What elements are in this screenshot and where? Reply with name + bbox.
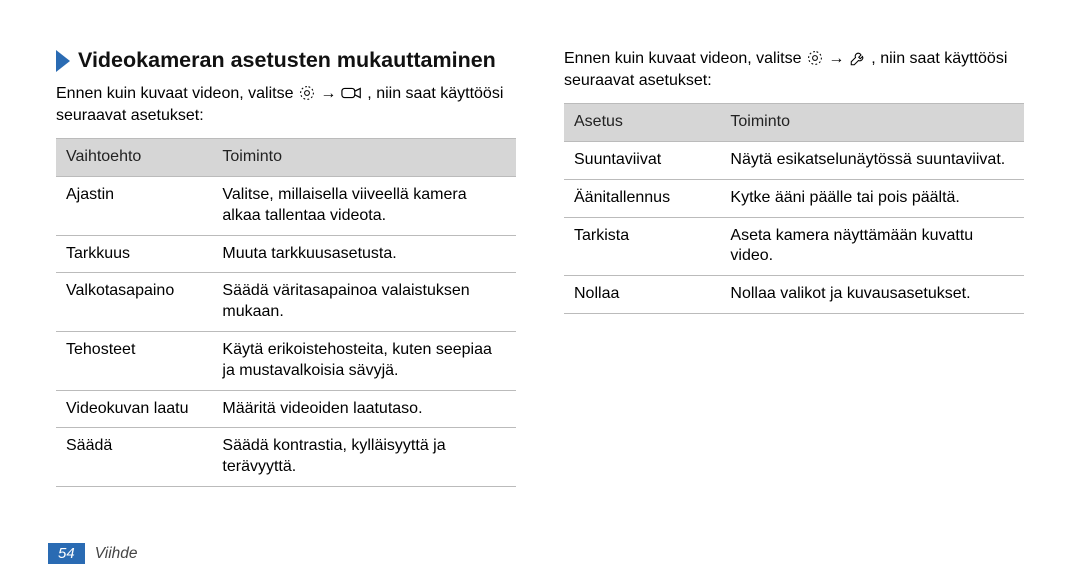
page-footer: 54 Viihde bbox=[48, 543, 138, 564]
table-row: Videokuvan laatuMääritä videoiden laatut… bbox=[56, 390, 516, 428]
table-cell: Valkotasapaino bbox=[56, 273, 212, 332]
right-table: Asetus Toiminto SuuntaviivatNäytä esikat… bbox=[564, 103, 1024, 314]
table-row: ValkotasapainoSäädä väritasapainoa valai… bbox=[56, 273, 516, 332]
intro-text: Ennen kuin kuvaat videon, valitse bbox=[564, 50, 806, 67]
columns: Videokameran asetusten mukauttaminen Enn… bbox=[56, 48, 1024, 528]
gear-icon bbox=[298, 84, 316, 102]
left-column: Videokameran asetusten mukauttaminen Enn… bbox=[56, 48, 516, 528]
intro-arrow: → bbox=[320, 85, 340, 102]
table-row: ÄänitallennusKytke ääni päälle tai pois … bbox=[564, 179, 1024, 217]
table-cell: Äänitallennus bbox=[564, 179, 720, 217]
table-cell: Tarkista bbox=[564, 217, 720, 276]
intro-text: Ennen kuin kuvaat videon, valitse bbox=[56, 85, 298, 102]
left-table: Vaihtoehto Toiminto AjastinValitse, mill… bbox=[56, 138, 516, 487]
table-cell: Kytke ääni päälle tai pois päältä. bbox=[720, 179, 1024, 217]
table-cell: Videokuvan laatu bbox=[56, 390, 212, 428]
table-row: TarkistaAseta kamera näyttämään kuvattu … bbox=[564, 217, 1024, 276]
right-intro: Ennen kuin kuvaat videon, valitse → , ni… bbox=[564, 48, 1024, 91]
table-cell: Näytä esikatselunäytössä suuntaviivat. bbox=[720, 141, 1024, 179]
page-number: 54 bbox=[48, 543, 85, 564]
section-title-row: Videokameran asetusten mukauttaminen bbox=[56, 48, 516, 73]
table-cell: Säädä kontrastia, kylläisyyttä ja terävy… bbox=[212, 428, 516, 487]
camcorder-icon bbox=[341, 85, 363, 101]
table-header: Asetus bbox=[564, 104, 720, 142]
table-cell: Tarkkuus bbox=[56, 235, 212, 273]
section-heading: Videokameran asetusten mukauttaminen bbox=[78, 48, 496, 73]
table-cell: Valitse, millaisella viiveellä kamera al… bbox=[212, 176, 516, 235]
chevron-right-icon bbox=[56, 50, 70, 72]
table-header: Toiminto bbox=[212, 139, 516, 177]
table-cell: Tehosteet bbox=[56, 331, 212, 390]
table-cell: Nollaa bbox=[564, 276, 720, 314]
section-label: Viihde bbox=[95, 545, 138, 563]
table-cell: Säädä väritasapainoa valaistuksen mukaan… bbox=[212, 273, 516, 332]
table-cell: Säädä bbox=[56, 428, 212, 487]
table-cell: Muuta tarkkuusasetusta. bbox=[212, 235, 516, 273]
table-row: SäädäSäädä kontrastia, kylläisyyttä ja t… bbox=[56, 428, 516, 487]
table-row: SuuntaviivatNäytä esikatselunäytössä suu… bbox=[564, 141, 1024, 179]
table-cell: Suuntaviivat bbox=[564, 141, 720, 179]
table-row: TehosteetKäytä erikoistehosteita, kuten … bbox=[56, 331, 516, 390]
left-intro: Ennen kuin kuvaat videon, valitse → , ni… bbox=[56, 83, 516, 126]
table-cell: Aseta kamera näyttämään kuvattu video. bbox=[720, 217, 1024, 276]
gear-icon bbox=[806, 49, 824, 67]
intro-arrow: → bbox=[828, 50, 848, 67]
table-header-row: Asetus Toiminto bbox=[564, 104, 1024, 142]
table-row: TarkkuusMuuta tarkkuusasetusta. bbox=[56, 235, 516, 273]
wrench-icon bbox=[849, 49, 867, 67]
table-row: AjastinValitse, millaisella viiveellä ka… bbox=[56, 176, 516, 235]
table-cell: Nollaa valikot ja kuvausasetukset. bbox=[720, 276, 1024, 314]
table-cell: Käytä erikoistehosteita, kuten seepiaa j… bbox=[212, 331, 516, 390]
right-column: Ennen kuin kuvaat videon, valitse → , ni… bbox=[564, 48, 1024, 528]
table-row: NollaaNollaa valikot ja kuvausasetukset. bbox=[564, 276, 1024, 314]
table-cell: Ajastin bbox=[56, 176, 212, 235]
page: Videokameran asetusten mukauttaminen Enn… bbox=[0, 0, 1080, 586]
table-header: Toiminto bbox=[720, 104, 1024, 142]
table-header-row: Vaihtoehto Toiminto bbox=[56, 139, 516, 177]
table-header: Vaihtoehto bbox=[56, 139, 212, 177]
table-cell: Määritä videoiden laatutaso. bbox=[212, 390, 516, 428]
